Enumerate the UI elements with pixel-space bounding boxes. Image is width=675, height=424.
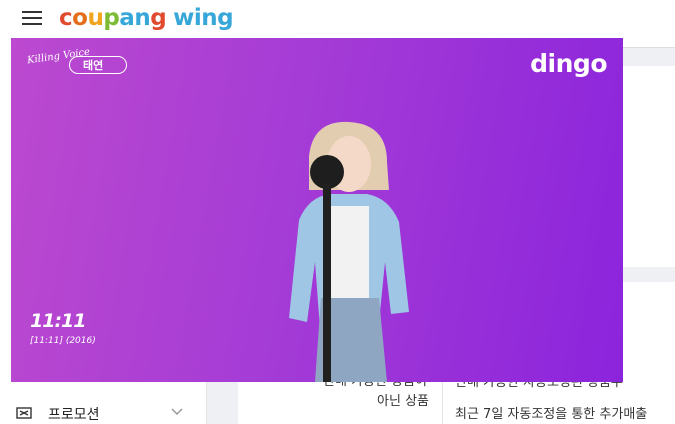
singer-figure xyxy=(289,121,409,382)
app-header: coupang wing xyxy=(0,0,675,38)
logo-letter: c xyxy=(59,5,73,31)
table-header-cell: 아닌 상품 xyxy=(377,394,429,409)
content-card xyxy=(623,66,675,267)
logo-letter: n xyxy=(134,5,151,31)
logo-letter: p xyxy=(103,5,120,31)
video-player-overlay[interactable]: Killing Voice 태연 dingo 11:11 [11:11] (20… xyxy=(11,38,623,382)
chevron-down-icon[interactable] xyxy=(170,406,184,416)
table-header-cell: 최근 7일 자동조정을 통한 추가매출 xyxy=(455,407,648,422)
divider xyxy=(623,47,675,48)
sidebar-item-promotion[interactable]: 프로모션 xyxy=(16,402,196,424)
dingo-logo: dingo xyxy=(530,49,607,78)
menu-icon[interactable] xyxy=(22,11,42,25)
logo-letter: g xyxy=(150,5,167,31)
logo-letter: o xyxy=(72,5,88,31)
song-subtitle: [11:11] (2016) xyxy=(30,336,96,346)
coupang-wing-logo[interactable]: coupang wing xyxy=(59,0,234,36)
promotion-icon xyxy=(16,407,32,419)
logo-letter: a xyxy=(119,5,135,31)
sidebar-item-label: 프로모션 xyxy=(48,407,100,423)
logo-secondary-text: wing xyxy=(173,5,234,31)
series-badge: Killing Voice 태연 xyxy=(26,47,127,80)
logo-letter: u xyxy=(87,5,104,31)
logo-primary-text: coupang xyxy=(59,5,167,31)
song-title: 11:11 xyxy=(30,310,86,332)
series-badge-name: 태연 xyxy=(83,59,104,72)
